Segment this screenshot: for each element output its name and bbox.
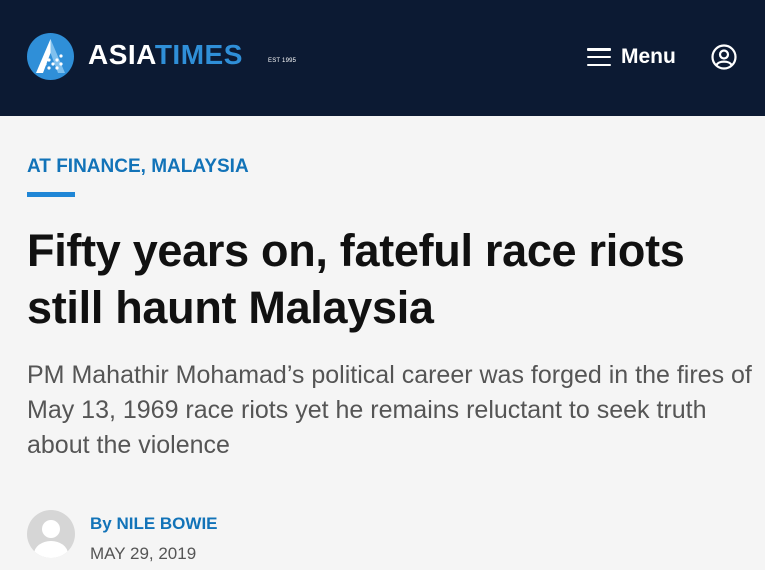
article-headline: Fifty years on, fateful race riots still…	[27, 225, 685, 333]
brand-times-text: TIMES	[154, 39, 243, 70]
asia-times-logo-icon[interactable]	[27, 33, 74, 80]
hamburger-menu-icon	[587, 48, 611, 66]
menu-label: Menu	[621, 45, 676, 68]
site-header: ASIATIMES EST 1995 Menu	[0, 0, 765, 116]
category-link[interactable]: AT FINANCE, MALAYSIA	[27, 156, 249, 178]
article-subheadline: PM Mahathir Mohamad’s political career w…	[27, 361, 752, 459]
author-byline-link[interactable]: By NILE BOWIE	[90, 514, 218, 534]
user-account-icon[interactable]	[711, 44, 737, 70]
publish-date: MAY 29, 2019	[90, 544, 197, 563]
menu-button[interactable]: Menu	[587, 42, 676, 72]
default-avatar-icon	[27, 510, 75, 558]
category-divider	[27, 192, 75, 197]
brand-asia-text: ASIA	[88, 39, 155, 70]
site-brand[interactable]: ASIATIMES	[88, 38, 243, 72]
brand-est-text: EST 1995	[268, 58, 297, 64]
